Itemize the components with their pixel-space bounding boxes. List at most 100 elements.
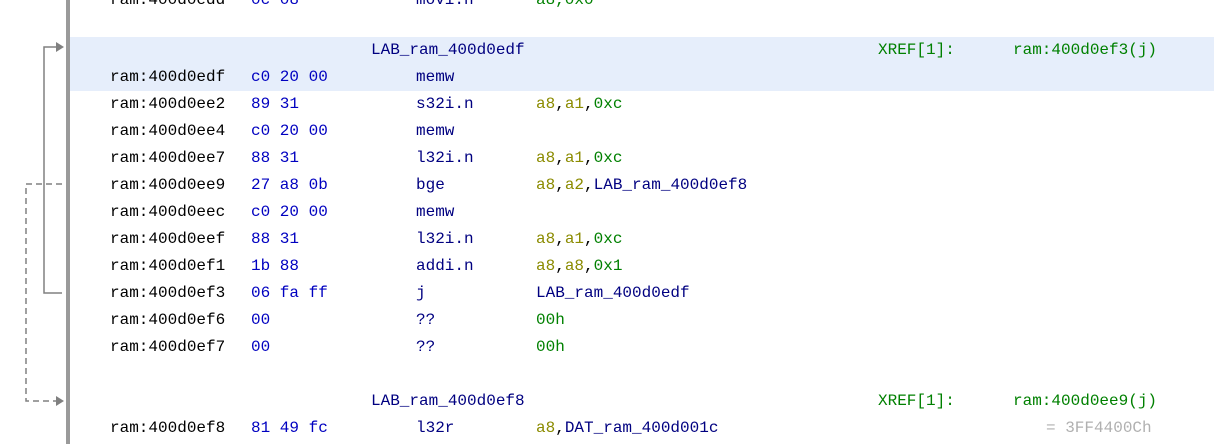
mnemonic: memw: [416, 203, 455, 221]
byte-values: 06 fa ff: [251, 284, 328, 302]
address: ram:400d0ee7: [110, 149, 226, 167]
register-operand: a2: [564, 176, 585, 194]
register-operand: a8: [536, 419, 556, 437]
code-label[interactable]: LAB_ram_400d0ef8: [371, 388, 525, 415]
byte-values: 88 31: [251, 149, 300, 167]
xref-label: XREF[1]:: [878, 392, 955, 410]
byte-values: 89 31: [251, 95, 300, 113]
address: ram:400d0ef7: [110, 338, 226, 356]
instruction-row[interactable]: ram:400d0ef6 00?? 00h: [70, 307, 1214, 334]
address: ram:400d0ef6: [110, 311, 226, 329]
byte-values: c0 20 00: [251, 203, 328, 221]
operand-separator: ,: [584, 149, 594, 167]
mnemonic: l32i.n: [416, 149, 474, 167]
instruction-row[interactable]: ram:400d0ee4 c0 20 00 memw: [70, 118, 1214, 145]
operand-separator: ,: [555, 95, 565, 113]
instruction-row[interactable]: ram:400d0ef8 81 49 fc l32r a8,DAT_ram_400d0…: [70, 415, 1214, 442]
instruction-row[interactable]: ram:400d0eef 88 31 l32i.n a8,a1,0xc: [70, 226, 1214, 253]
blank-row: [70, 361, 1214, 388]
disassembly-listing[interactable]: ram:400d0edd 0c 08 movi.n a8,0x0 LAB_ram…: [70, 0, 1214, 444]
address: ram:400d0ef1: [110, 257, 226, 275]
instruction-row[interactable]: ram:400d0ef7 00?? 00h: [70, 334, 1214, 361]
scalar-operand: 0xc: [593, 230, 623, 248]
branch-arrow-head: [56, 396, 64, 406]
scalar-operand: 0xc: [593, 95, 623, 113]
byte-values: 0c 08: [251, 0, 300, 9]
register-operand: a8: [536, 230, 556, 248]
scalar-operand: 00h: [536, 311, 565, 329]
register-operand: a8: [536, 149, 556, 167]
mnemonic: l32i.n: [416, 230, 474, 248]
address: ram:400d0ef3: [110, 284, 226, 302]
byte-values: 81 49 fc: [251, 419, 328, 437]
operand-separator: ,: [555, 230, 565, 248]
operand-separator: ,: [555, 149, 565, 167]
listing-row-partial[interactable]: ram:400d0edd 0c 08 movi.n a8,0x0: [70, 0, 1214, 14]
mnemonic: addi.n: [416, 257, 474, 275]
operands: a8,a8,0x1: [536, 253, 622, 280]
code-label[interactable]: LAB_ram_400d0edf: [371, 37, 525, 64]
operand-separator: ,: [584, 95, 594, 113]
xref-link[interactable]: ram:400d0ee9(j): [1013, 388, 1157, 415]
operands: a8,DAT_ram_400d001c: [536, 415, 718, 442]
instruction-row[interactable]: ram:400d0ee9 27 a8 0b bge a8,a2,LAB_ram_400…: [70, 172, 1214, 199]
register-operand: a8: [536, 95, 556, 113]
mnemonic: memw: [416, 122, 455, 140]
address: ram:400d0eec: [110, 203, 226, 221]
byte-values: 00: [251, 338, 271, 356]
operands: a8,a1,0xc: [536, 145, 622, 172]
address: ram:400d0ee4: [110, 122, 226, 140]
byte-values: 1b 88: [251, 257, 300, 275]
register-operand: a8: [536, 257, 556, 275]
register-operand: a8: [564, 257, 585, 275]
address: ram:400d0eef: [110, 230, 226, 248]
scalar-operand: 00h: [536, 338, 565, 356]
register-operand: a1: [564, 230, 585, 248]
operands: LAB_ram_400d0edf: [536, 280, 690, 307]
operand-separator: ,: [555, 176, 565, 194]
byte-values: c0 20 00: [251, 68, 328, 86]
instruction-row[interactable]: ram:400d0ee2 89 31 s32i.n a8,a1,0xc: [70, 91, 1214, 118]
register-operand: a1: [564, 149, 585, 167]
address: ram:400d0ef8: [110, 419, 226, 437]
symbol-link[interactable]: LAB_ram_400d0ef8: [594, 176, 748, 194]
mnemonic: ??: [416, 311, 436, 329]
operand-separator: ,: [584, 230, 594, 248]
mnemonic: s32i.n: [416, 95, 474, 113]
operands: 00h: [536, 334, 565, 361]
register-operand: a1: [564, 95, 585, 113]
mnemonic: ??: [416, 338, 436, 356]
mnemonic: memw: [416, 68, 455, 86]
label-row[interactable]: LAB_ram_400d0edf XREF[1]: ram:400d0ef3(j): [70, 37, 1214, 64]
instruction-row[interactable]: ram:400d0ee7 88 31 l32i.n a8,a1,0xc: [70, 145, 1214, 172]
instruction-row[interactable]: ram:400d0ef3 06 fa ff j LAB_ram_400d0edf: [70, 280, 1214, 307]
operands: a8,a1,0xc: [536, 91, 622, 118]
xref-link[interactable]: ram:400d0ef3(j): [1013, 37, 1157, 64]
address: ram:400d0edf: [110, 68, 226, 86]
instruction-row[interactable]: ram:400d0ef1 1b 88 addi.n a8,a8,0x1: [70, 253, 1214, 280]
jump-arrow-head: [56, 42, 64, 52]
address: ram:400d0edd: [110, 0, 226, 9]
operand-separator: ,: [555, 257, 565, 275]
label-row[interactable]: LAB_ram_400d0ef8 XREF[1]: ram:400d0ee9(j): [70, 388, 1214, 415]
xref-label: XREF[1]:: [878, 41, 955, 59]
operands: a8,a1,0xc: [536, 226, 622, 253]
operands: a8,a2,LAB_ram_400d0ef8: [536, 172, 747, 199]
byte-values: 00: [251, 311, 271, 329]
address: ram:400d0ee9: [110, 176, 226, 194]
mnemonic: j: [416, 284, 426, 302]
instruction-row[interactable]: ram:400d0eec c0 20 00 memw: [70, 199, 1214, 226]
symbol-link[interactable]: LAB_ram_400d0edf: [536, 284, 690, 302]
operand-separator: ,: [584, 257, 594, 275]
mnemonic: movi.n: [416, 0, 474, 9]
symbol-link[interactable]: DAT_ram_400d001c: [565, 419, 719, 437]
mnemonic: bge: [416, 176, 445, 194]
operands: a8,0x0: [536, 0, 594, 9]
jump-arrow-line: [43, 46, 62, 294]
instruction-row[interactable]: ram:400d0edf c0 20 00 memw: [70, 64, 1214, 91]
mnemonic: l32r: [416, 419, 455, 437]
eol-comment: = 3FF4400Ch: [1046, 419, 1152, 437]
address: ram:400d0ee2: [110, 95, 226, 113]
register-operand: a8: [536, 176, 556, 194]
scalar-operand: 0x1: [593, 257, 623, 275]
